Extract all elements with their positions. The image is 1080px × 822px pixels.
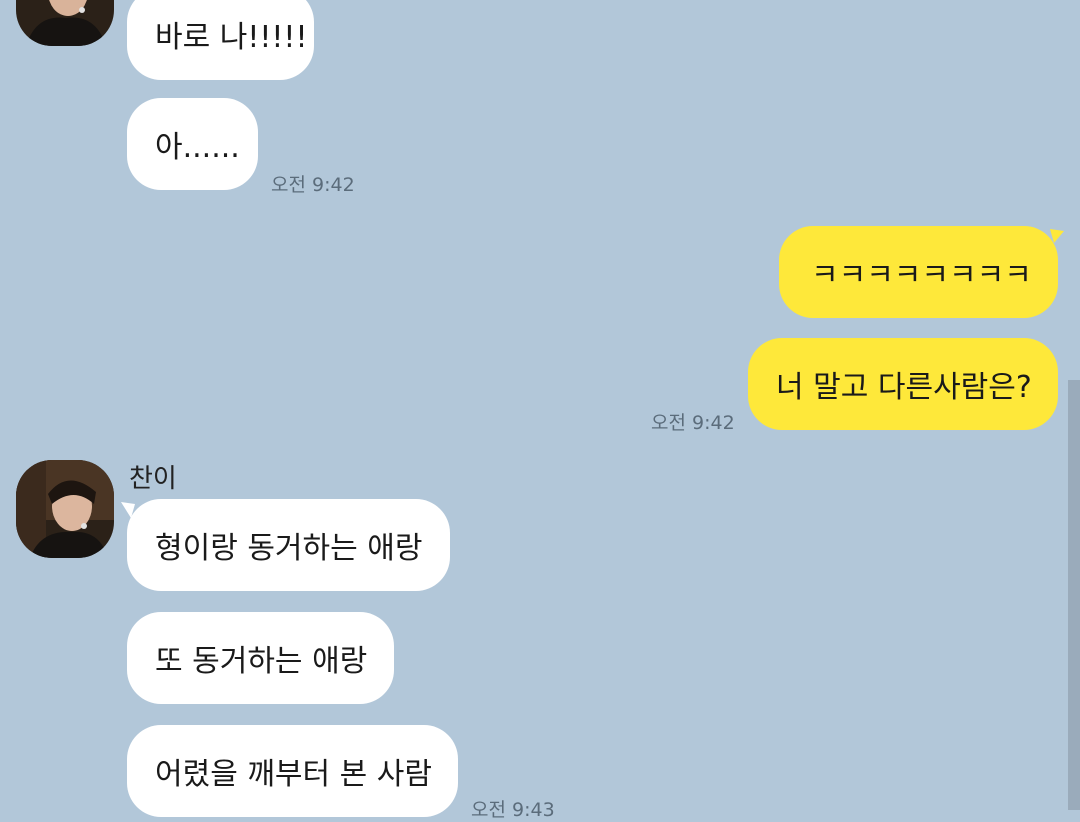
message-text: 아...... [155,130,240,165]
message-text: ㅋㅋㅋㅋㅋㅋㅋㅋ [811,258,1032,293]
message-text: 너 말고 다른사람은? [776,370,1032,405]
avatar-photo-icon [16,460,114,558]
chat-area[interactable]: 바로 나!!!!! 아...... 오전 9:42 ㅋㅋㅋㅋㅋㅋㅋㅋ 너 말고 … [0,0,1080,821]
incoming-message[interactable]: 형이랑 동거하는 애랑 [127,499,450,591]
message-time: 오전 9:42 [651,412,735,434]
bubble-tail-icon [1050,229,1064,243]
message-time: 오전 9:42 [271,174,355,196]
message-text: 또 동거하는 애랑 [155,644,368,679]
message-time: 오전 9:43 [471,799,555,821]
incoming-message[interactable]: 바로 나!!!!! [127,0,314,80]
sender-name: 찬이 [129,464,177,494]
outgoing-message[interactable]: ㅋㅋㅋㅋㅋㅋㅋㅋ [779,226,1058,318]
incoming-message[interactable]: 어렸을 깨부터 본 사람 [127,725,458,817]
incoming-message[interactable]: 아...... [127,98,258,190]
message-text: 바로 나!!!!! [155,20,308,55]
incoming-message[interactable]: 또 동거하는 애랑 [127,612,394,704]
message-text: 형이랑 동거하는 애랑 [155,531,423,566]
sender-avatar[interactable] [16,0,114,46]
sender-avatar[interactable] [16,460,114,558]
scrollbar[interactable] [1068,380,1080,810]
message-text: 어렸을 깨부터 본 사람 [155,757,433,792]
avatar-photo-icon [16,0,114,46]
outgoing-message[interactable]: 너 말고 다른사람은? [748,338,1058,430]
